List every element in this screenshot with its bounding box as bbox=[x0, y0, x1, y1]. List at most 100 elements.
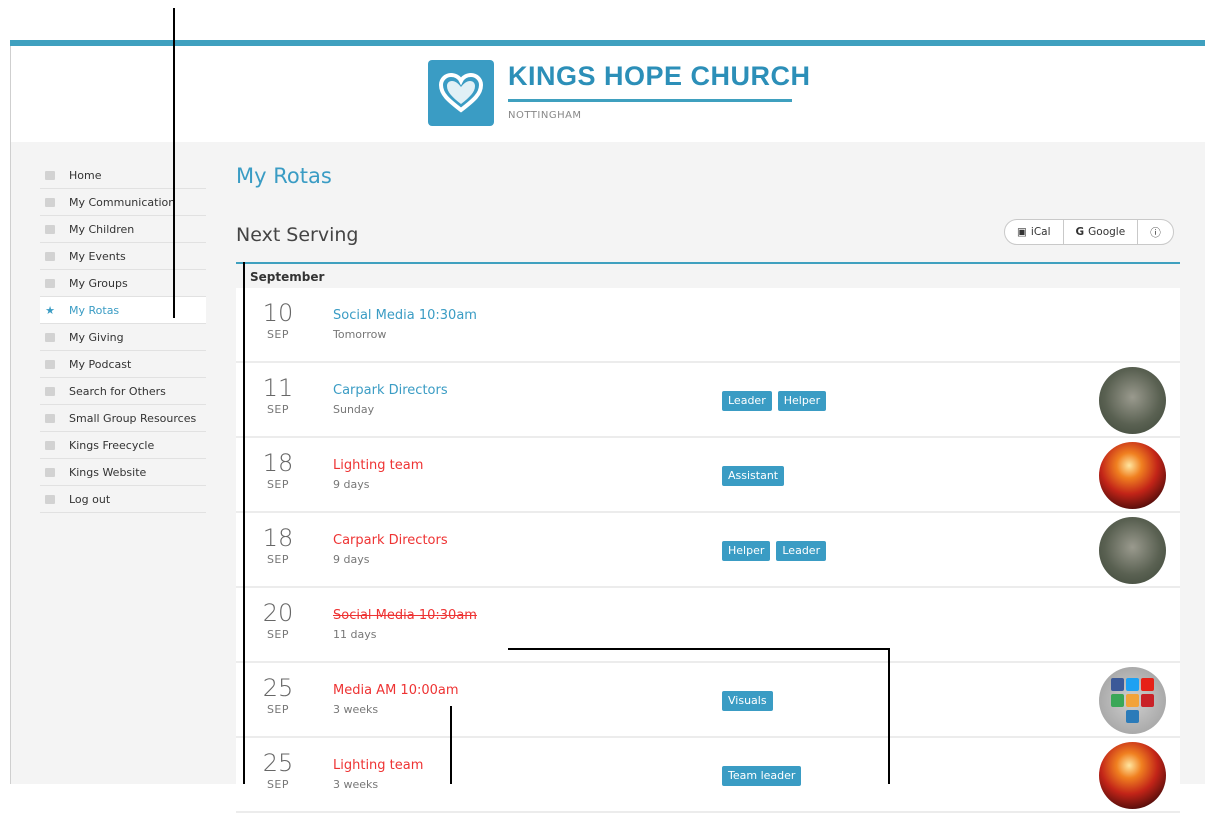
link-icon bbox=[45, 440, 55, 450]
sidebar-item-my-communication[interactable]: My Communication bbox=[40, 189, 206, 216]
sidebar-item-label: My Children bbox=[69, 222, 135, 236]
rota-row: 25 SEP Lighting team 3 weeks Team leader bbox=[236, 738, 1180, 813]
rota-when: 3 weeks bbox=[333, 703, 379, 716]
sidebar-item-label: My Rotas bbox=[69, 303, 120, 317]
sidebar-item-my-events[interactable]: My Events bbox=[40, 243, 206, 270]
rota-month: SEP bbox=[266, 703, 290, 716]
role-badge: Assistant bbox=[722, 466, 785, 486]
month-header: September bbox=[236, 262, 1180, 288]
rota-title-link[interactable]: Media AM 10:00am bbox=[333, 683, 459, 698]
rota-when: 3 weeks bbox=[333, 778, 379, 791]
sidebar-item-my-rotas[interactable]: ★ My Rotas bbox=[40, 297, 206, 324]
sidebar-item-small-group-resources[interactable]: Small Group Resources bbox=[40, 405, 206, 432]
rota-month: SEP bbox=[266, 553, 290, 566]
rota-when: 11 days bbox=[333, 628, 377, 641]
sidebar-item-kings-freecycle[interactable]: Kings Freecycle bbox=[40, 432, 206, 459]
star-icon: ★ bbox=[45, 303, 55, 317]
guide-line bbox=[888, 648, 890, 784]
social-tile bbox=[1126, 693, 1139, 707]
calendar-icon: ▣ bbox=[1017, 226, 1027, 238]
section-title: Next Serving bbox=[236, 224, 359, 246]
group-icon bbox=[45, 278, 55, 288]
sidebar-item-label: My Groups bbox=[69, 276, 128, 290]
sidebar-item-label: Search for Others bbox=[69, 384, 166, 398]
sidebar-item-my-podcast[interactable]: My Podcast bbox=[40, 351, 206, 378]
social-tile bbox=[1141, 693, 1154, 707]
rota-month: SEP bbox=[266, 478, 290, 491]
google-label: Google bbox=[1088, 226, 1126, 238]
rota-title-link[interactable]: Lighting team bbox=[333, 758, 423, 773]
rota-title-link[interactable]: Carpark Directors bbox=[333, 533, 448, 548]
export-button-group: ▣ iCal G Google ⓘ bbox=[1004, 219, 1174, 245]
sidebar-item-label: My Giving bbox=[69, 330, 124, 344]
brand-name[interactable]: KINGS HOPE CHURCH bbox=[508, 61, 811, 92]
sidebar-item-my-giving[interactable]: My Giving bbox=[40, 324, 206, 351]
home-icon bbox=[45, 170, 55, 180]
page-title: My Rotas bbox=[236, 164, 332, 188]
calendar-icon bbox=[45, 251, 55, 261]
rota-day: 25 bbox=[262, 749, 294, 777]
rota-when: Sunday bbox=[333, 403, 375, 416]
social-tile bbox=[1111, 677, 1124, 691]
guide-line bbox=[173, 8, 175, 318]
rota-title-link[interactable]: Social Media 10:30am bbox=[333, 608, 477, 623]
headphones-icon bbox=[45, 359, 55, 369]
role-badge: Visuals bbox=[722, 691, 773, 711]
heart-icon bbox=[438, 73, 484, 113]
rota-day: 25 bbox=[262, 674, 294, 702]
rota-title-link[interactable]: Social Media 10:30am bbox=[333, 308, 477, 323]
team-avatar bbox=[1099, 367, 1166, 434]
sidebar-item-label: My Events bbox=[69, 249, 126, 263]
rota-row: 25 SEP Media AM 10:00am 3 weeks Visuals bbox=[236, 663, 1180, 738]
role-badge: Helper bbox=[722, 541, 771, 561]
sidebar-item-search-for-others[interactable]: Search for Others bbox=[40, 378, 206, 405]
sidebar-item-home[interactable]: Home bbox=[40, 162, 206, 189]
rota-day: 20 bbox=[262, 599, 294, 627]
role-badge: Leader bbox=[776, 541, 827, 561]
role-badges: Helper Leader bbox=[722, 541, 827, 561]
frame-border bbox=[10, 46, 11, 784]
sidebar-item-log-out[interactable]: Log out bbox=[40, 486, 206, 513]
rota-rows: 10 SEP Social Media 10:30am Tomorrow 11 SEP Ca… bbox=[236, 288, 1180, 813]
rota-month: SEP bbox=[266, 628, 290, 641]
sidebar-item-label: Kings Freecycle bbox=[69, 438, 155, 452]
rota-row: 18 SEP Lighting team 9 days Assistant bbox=[236, 438, 1180, 513]
sidebar-item-kings-website[interactable]: Kings Website bbox=[40, 459, 206, 486]
social-tile bbox=[1141, 677, 1154, 691]
rota-month: SEP bbox=[266, 403, 290, 416]
team-avatar bbox=[1099, 742, 1166, 809]
rota-day: 11 bbox=[262, 374, 294, 402]
rota-title-link[interactable]: Lighting team bbox=[333, 458, 423, 473]
link-icon bbox=[45, 413, 55, 423]
brand-divider bbox=[508, 99, 792, 102]
sidebar-item-label: Home bbox=[69, 168, 102, 182]
rota-list: September 10 SEP Social Media 10:30am Tomor… bbox=[236, 262, 1180, 813]
rota-row: 20 SEP Social Media 10:30am 11 days bbox=[236, 588, 1180, 663]
social-tile bbox=[1126, 677, 1139, 691]
church-logo[interactable] bbox=[428, 60, 494, 126]
ical-button[interactable]: ▣ iCal bbox=[1005, 220, 1064, 244]
team-avatar bbox=[1099, 517, 1166, 584]
team-avatar bbox=[1099, 442, 1166, 509]
google-icon: G bbox=[1075, 226, 1085, 238]
money-icon bbox=[45, 332, 55, 342]
role-badge: Leader bbox=[722, 391, 772, 411]
google-button[interactable]: G Google bbox=[1064, 220, 1139, 244]
child-icon bbox=[45, 224, 55, 234]
rota-row: 11 SEP Carpark Directors Sunday Leader Helper bbox=[236, 363, 1180, 438]
rota-day: 18 bbox=[262, 449, 294, 477]
brand-location: NOTTINGHAM bbox=[508, 110, 582, 121]
role-badges: Team leader bbox=[722, 766, 802, 786]
role-badges: Leader Helper bbox=[722, 391, 827, 411]
role-badge: Team leader bbox=[722, 766, 802, 786]
rota-month: SEP bbox=[266, 778, 290, 791]
sidebar-item-label: Small Group Resources bbox=[69, 411, 197, 425]
info-button[interactable]: ⓘ bbox=[1138, 220, 1173, 244]
rota-when: Tomorrow bbox=[333, 328, 387, 341]
sidebar-item-my-children[interactable]: My Children bbox=[40, 216, 206, 243]
rota-title-link[interactable]: Carpark Directors bbox=[333, 383, 448, 398]
sidebar-item-label: Kings Website bbox=[69, 465, 147, 479]
info-icon: ⓘ bbox=[1150, 226, 1161, 239]
link-icon bbox=[45, 467, 55, 477]
sidebar-item-my-groups[interactable]: My Groups bbox=[40, 270, 206, 297]
